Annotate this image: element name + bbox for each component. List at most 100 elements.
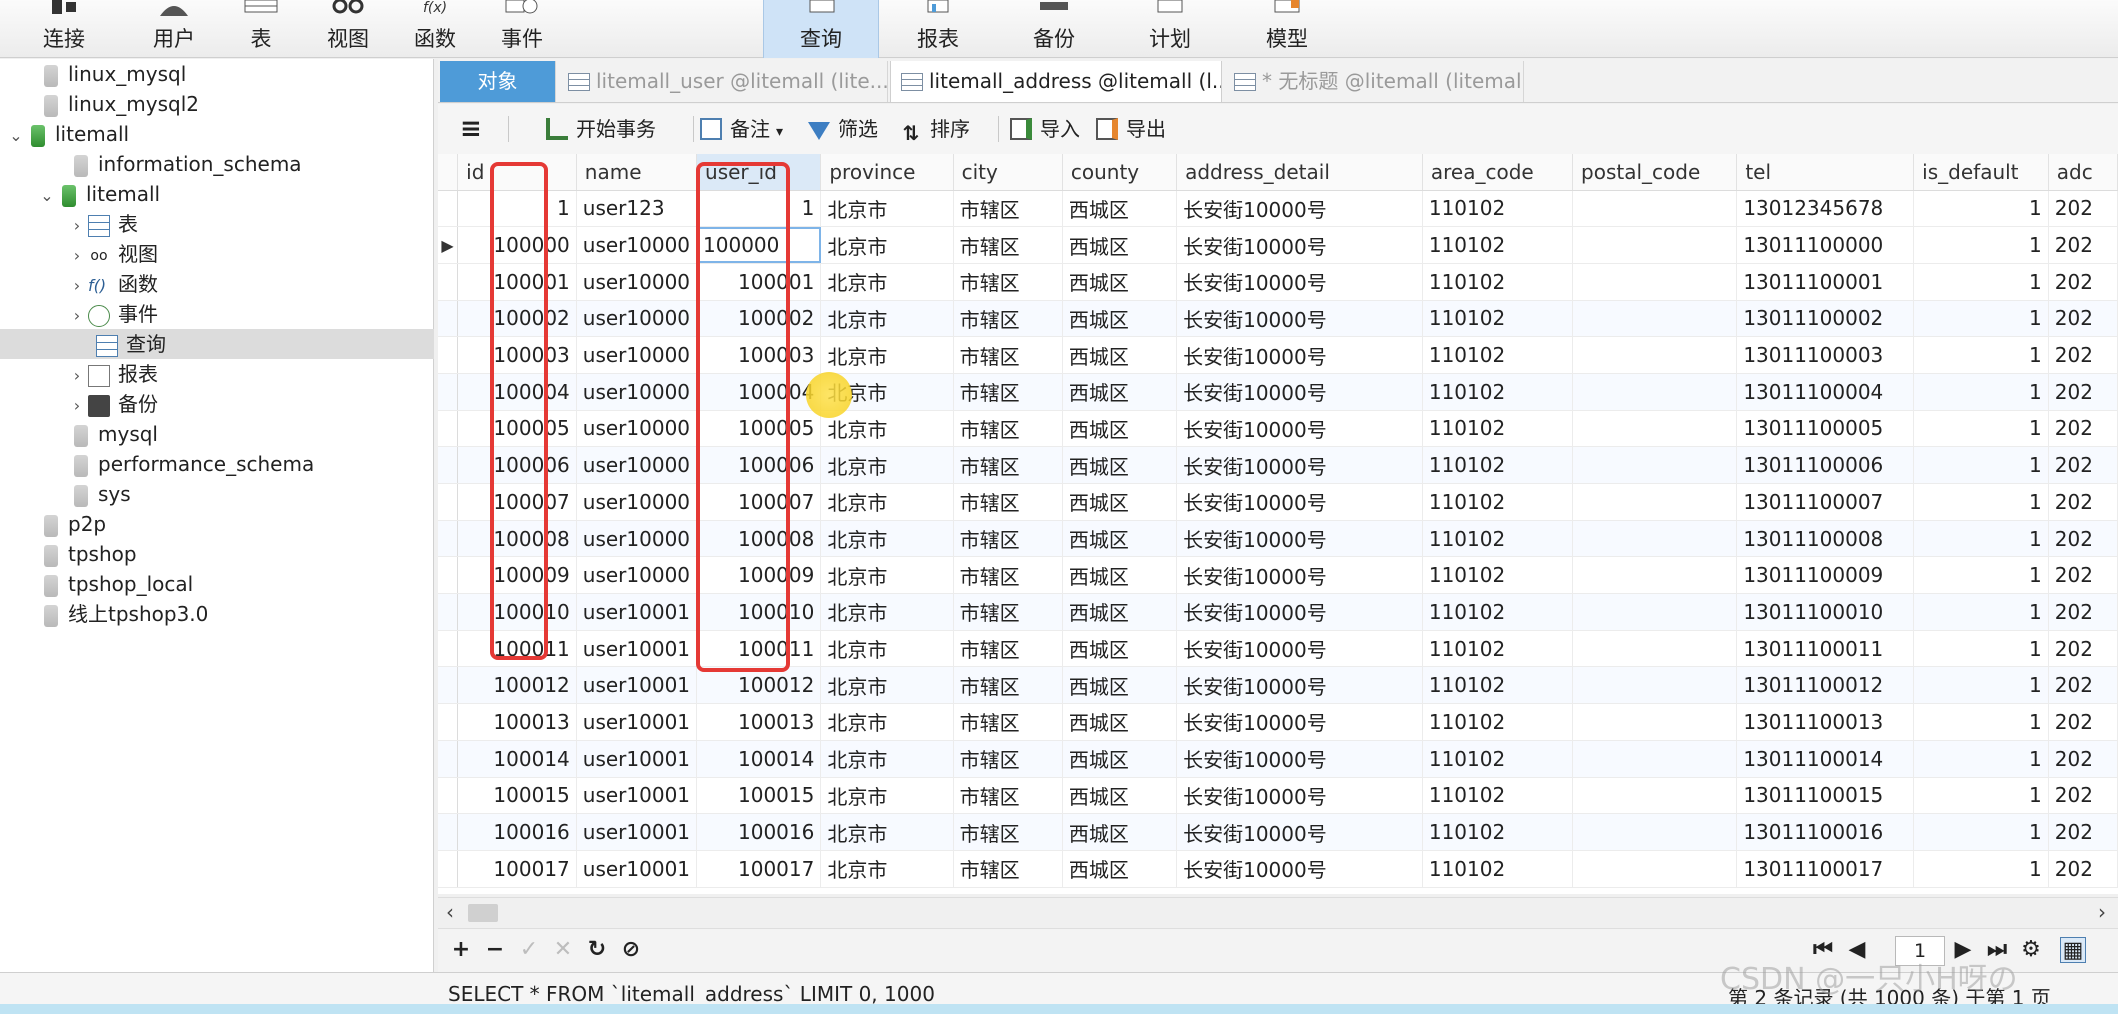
table-cell-address-detail[interactable]: 长安街10000号 [1176, 666, 1423, 705]
table-cell-postal-code[interactable] [1572, 300, 1738, 338]
table-cell-id[interactable]: 100004 [457, 373, 577, 411]
row-indicator[interactable] [438, 593, 459, 631]
table-cell-tel[interactable]: 13011100005 [1736, 410, 1915, 448]
table-cell-adc[interactable]: 202 [2048, 703, 2118, 741]
toolbar-report-button[interactable]: 报表 [880, 0, 996, 58]
table-cell-tel[interactable]: 13011100003 [1736, 336, 1915, 374]
table-cell-name[interactable]: user10000 [576, 300, 698, 338]
chevron-right-icon[interactable]: › [66, 271, 88, 301]
tree-item-backups[interactable]: › 备份 [0, 389, 434, 419]
table-cell-address-detail[interactable]: 长安街10000号 [1176, 593, 1423, 631]
table-cell-is-default[interactable]: 1 [1913, 703, 2049, 741]
table-cell-tel[interactable]: 13011100012 [1736, 666, 1915, 705]
table-cell-address-detail[interactable]: 长安街10000号 [1176, 850, 1423, 888]
table-cell-postal-code[interactable] [1572, 777, 1738, 815]
toolbar-event-button[interactable]: 事件 [464, 0, 580, 58]
table-cell-id[interactable]: 100005 [457, 410, 577, 448]
table-cell-province[interactable]: 北京市 [820, 703, 954, 741]
column-header-postal-code[interactable]: postal_code [1572, 154, 1738, 191]
table-cell-county[interactable]: 西城区 [1062, 777, 1178, 815]
table-cell-id[interactable]: 100011 [457, 630, 577, 668]
table-cell-postal-code[interactable] [1572, 336, 1738, 374]
table-cell-county[interactable]: 西城区 [1062, 630, 1178, 668]
table-cell-tel[interactable]: 13011100016 [1736, 813, 1915, 851]
table-cell-user-id[interactable]: 100002 [696, 300, 822, 338]
table-row[interactable]: ▶ 100000 user10000 100000 北京市 市辖区 西城区 长安街10000号… [438, 226, 2118, 264]
tab-litemall-address[interactable]: litemall_address @litemall (l... [890, 61, 1222, 102]
table-cell-adc[interactable]: 202 [2048, 740, 2118, 778]
table-cell-tel[interactable]: 13011100004 [1736, 373, 1915, 411]
table-cell-county[interactable]: 西城区 [1062, 226, 1178, 264]
table-cell-area-code[interactable]: 110102 [1422, 190, 1574, 228]
table-cell-adc[interactable]: 202 [2048, 556, 2118, 595]
table-cell-user-id[interactable]: 100010 [696, 593, 822, 631]
table-cell-tel[interactable]: 13011100002 [1736, 300, 1915, 338]
table-cell-is-default[interactable]: 1 [1913, 740, 2049, 778]
table-cell-city[interactable]: 市辖区 [953, 263, 1063, 301]
toolbar-model-button[interactable]: 模型 [1229, 0, 1345, 58]
table-row[interactable]: 100003 user10000 100003 北京市 市辖区 西城区 长安街10000号 1… [438, 336, 2118, 374]
table-cell-area-code[interactable]: 110102 [1422, 666, 1574, 705]
scrollbar-thumb[interactable] [468, 904, 498, 922]
table-cell-province[interactable]: 北京市 [820, 740, 954, 778]
row-indicator[interactable] [438, 263, 459, 301]
table-cell-county[interactable]: 西城区 [1062, 263, 1178, 301]
table-cell-city[interactable]: 市辖区 [953, 666, 1063, 705]
table-cell-tel[interactable]: 13011100017 [1736, 850, 1915, 888]
table-cell-county[interactable]: 西城区 [1062, 446, 1178, 484]
table-cell-is-default[interactable]: 1 [1913, 630, 2049, 668]
toolbar-schedule-button[interactable]: 计划 [1112, 0, 1228, 58]
chevron-right-icon[interactable]: › [66, 361, 88, 391]
table-cell-postal-code[interactable] [1572, 813, 1738, 851]
column-header-address-detail[interactable]: address_detail [1176, 154, 1423, 191]
table-cell-postal-code[interactable] [1572, 373, 1738, 411]
table-cell-county[interactable]: 西城区 [1062, 483, 1178, 521]
table-cell-user-id[interactable]: 100006 [696, 446, 822, 484]
begin-transaction-button[interactable]: 开始事务 [546, 114, 656, 144]
table-cell-province[interactable]: 北京市 [820, 263, 954, 301]
table-cell-is-default[interactable]: 1 [1913, 777, 2049, 815]
table-cell-postal-code[interactable] [1572, 446, 1738, 484]
table-cell-name[interactable]: user10000 [576, 336, 698, 374]
table-cell-postal-code[interactable] [1572, 410, 1738, 448]
table-cell-province[interactable]: 北京市 [820, 336, 954, 374]
table-cell-county[interactable]: 西城区 [1062, 703, 1178, 741]
table-row[interactable]: 100014 user10001 100014 北京市 市辖区 西城区 长安街10000号 1… [438, 740, 2118, 778]
table-cell-address-detail[interactable]: 长安街10000号 [1176, 483, 1423, 521]
table-cell-is-default[interactable]: 1 [1913, 300, 2049, 338]
tree-item-tables[interactable]: › 表 [0, 209, 434, 239]
table-cell-area-code[interactable]: 110102 [1422, 483, 1574, 521]
tree-item-mysql[interactable]: mysql [0, 419, 434, 449]
row-indicator[interactable] [438, 740, 459, 778]
table-cell-id[interactable]: 100008 [457, 520, 577, 558]
table-cell-name[interactable]: user10000 [576, 556, 698, 595]
scroll-left-icon[interactable]: ‹ [446, 900, 454, 924]
table-cell-adc[interactable]: 202 [2048, 336, 2118, 374]
row-indicator[interactable] [438, 336, 459, 374]
table-cell-city[interactable]: 市辖区 [953, 446, 1063, 484]
table-cell-is-default[interactable]: 1 [1913, 190, 2049, 228]
apply-changes-icon[interactable]: ✓ [516, 937, 542, 963]
row-indicator[interactable] [438, 666, 459, 705]
table-cell-is-default[interactable]: 1 [1913, 813, 2049, 851]
table-cell-city[interactable]: 市辖区 [953, 226, 1063, 264]
table-cell-postal-code[interactable] [1572, 263, 1738, 301]
table-cell-tel[interactable]: 13011100008 [1736, 520, 1915, 558]
table-cell-province[interactable]: 北京市 [820, 520, 954, 558]
table-cell-city[interactable]: 市辖区 [953, 703, 1063, 741]
table-cell-name[interactable]: user10000 [576, 410, 698, 448]
table-cell-area-code[interactable]: 110102 [1422, 410, 1574, 448]
table-cell-id[interactable]: 100010 [457, 593, 577, 631]
tab-litemall-user[interactable]: litemall_user @litemall (lite... [558, 61, 888, 102]
tree-item-p2p[interactable]: p2p [0, 509, 434, 539]
table-cell-area-code[interactable]: 110102 [1422, 300, 1574, 338]
stop-icon[interactable]: ⊘ [618, 937, 644, 963]
row-indicator[interactable] [438, 813, 459, 851]
toolbar-connect-button[interactable]: 连接 [6, 0, 122, 58]
menu-icon[interactable]: ≡ [460, 114, 482, 144]
table-cell-postal-code[interactable] [1572, 666, 1738, 705]
table-cell-user-id[interactable]: 1 [696, 190, 822, 228]
table-cell-city[interactable]: 市辖区 [953, 593, 1063, 631]
table-cell-id[interactable]: 100017 [457, 850, 577, 888]
chevron-right-icon[interactable]: › [66, 241, 88, 271]
